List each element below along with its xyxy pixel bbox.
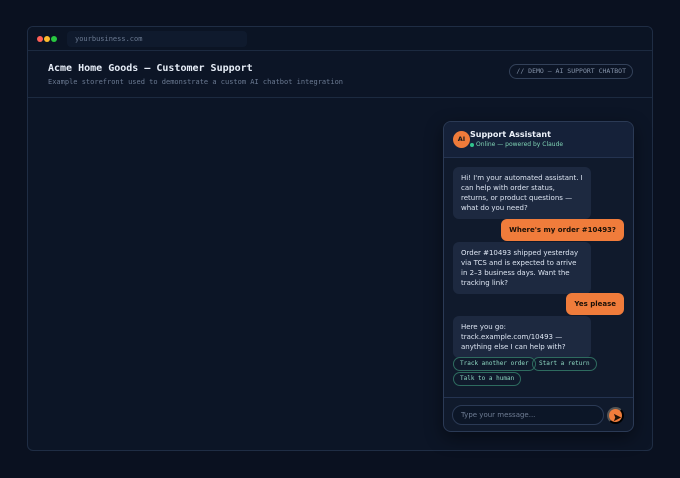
address-bar[interactable]: yourbusiness.com: [67, 31, 247, 47]
bot-message: Here you go: track.example.com/10493 — a…: [453, 316, 591, 358]
minimize-window-dot[interactable]: [44, 36, 50, 42]
user-message: Yes please: [566, 293, 624, 315]
bot-message: Order #10493 shipped yesterday via TCS a…: [453, 242, 591, 294]
page-subtitle: Example storefront used to demonstrate a…: [48, 78, 344, 86]
quick-reply-track-order[interactable]: Track another order: [453, 357, 536, 371]
quick-reply-talk-human[interactable]: Talk to a human: [453, 372, 522, 386]
status-indicator: Online — powered by Claude: [470, 141, 563, 148]
user-message: Where's my order #10493?: [501, 219, 624, 241]
chat-header: AI Support Assistant Online — powered by…: [444, 122, 633, 158]
online-dot-icon: [470, 142, 474, 147]
message-input[interactable]: Type your message...: [452, 405, 604, 425]
window-controls: [37, 36, 57, 42]
bot-message: Hi! I'm your automated assistant. I can …: [453, 167, 591, 219]
site-header: Acme Home Goods — Customer Support Examp…: [28, 52, 652, 98]
quick-reply-start-return[interactable]: Start a return: [532, 357, 597, 371]
browser-titlebar: yourbusiness.com: [28, 27, 652, 51]
status-text: Online — powered by Claude: [476, 141, 564, 148]
chat-title: Support Assistant: [470, 130, 551, 139]
send-arrow-icon: [613, 413, 622, 422]
chat-widget: AI Support Assistant Online — powered by…: [443, 121, 634, 432]
page-title: Acme Home Goods — Customer Support: [48, 63, 253, 74]
assistant-avatar: AI: [453, 131, 470, 148]
send-button[interactable]: [607, 407, 624, 424]
chat-footer: Type your message...: [444, 397, 633, 431]
close-window-dot[interactable]: [37, 36, 43, 42]
demo-badge: // DEMO — AI SUPPORT CHATBOT: [509, 64, 633, 79]
maximize-window-dot[interactable]: [51, 36, 57, 42]
